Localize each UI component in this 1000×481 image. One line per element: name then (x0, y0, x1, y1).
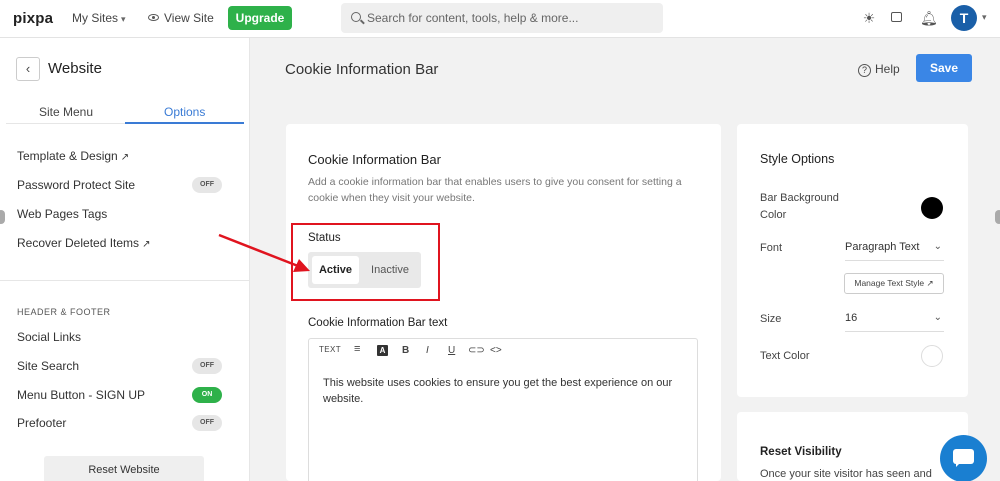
notification-bell-icon[interactable]: 🔔︎ (920, 10, 938, 26)
manage-text-style-button[interactable]: Manage Text Style ↗ (844, 273, 944, 294)
search-placeholder: Search for content, tools, help & more..… (367, 11, 579, 25)
external-link-icon: ↗ (926, 278, 934, 288)
sidebar-item-password-protect[interactable]: Password Protect Site (17, 178, 135, 192)
sidebar-item-web-pages-tags[interactable]: Web Pages Tags (17, 207, 107, 221)
size-select[interactable]: 16 ⌄ (845, 312, 944, 332)
pixpa-logo[interactable]: pixpa (13, 10, 53, 27)
editor-content[interactable]: This website uses cookies to ensure you … (323, 375, 683, 407)
rich-text-editor[interactable]: TEXT ≡ A B I U ⊂⊃ <> This website uses c… (308, 338, 698, 481)
link-icon[interactable]: ⊂⊃ (468, 345, 485, 356)
theme-toggle-icon[interactable]: ☀ (861, 10, 877, 26)
font-label: Font (760, 242, 783, 254)
size-label: Size (760, 313, 782, 325)
text-color-icon[interactable]: A (377, 345, 388, 356)
text-color-swatch[interactable] (921, 345, 943, 367)
tab-site-menu[interactable]: Site Menu (39, 105, 93, 119)
sidebar-item-social-links[interactable]: Social Links (17, 330, 81, 344)
sidebar-item-label: Recover Deleted Items (17, 236, 140, 250)
eye-icon (148, 14, 159, 21)
sidebar-item-recover-deleted[interactable]: Recover Deleted Items ↗ (17, 236, 150, 250)
italic-icon[interactable]: I (426, 345, 429, 356)
prefooter-toggle[interactable]: OFF (192, 415, 222, 431)
chevron-left-icon: ‹ (25, 61, 31, 76)
size-value: 16 (845, 312, 858, 324)
sidebar-item-label: Template & Design (17, 149, 118, 163)
card-title: Cookie Information Bar (308, 152, 441, 167)
panel-expand-handle[interactable] (995, 210, 1000, 224)
sidebar: ‹ Website Site Menu Options Template & D… (0, 38, 250, 481)
support-chat-button[interactable] (940, 435, 987, 481)
align-icon[interactable]: ≡ (354, 343, 360, 355)
bar-text-label: Cookie Information Bar text (308, 317, 448, 329)
active-tab-indicator (125, 122, 244, 124)
status-label: Status (308, 232, 341, 244)
external-link-icon: ↗ (120, 152, 130, 163)
help-link[interactable]: ? Help (858, 62, 900, 77)
comments-icon[interactable] (888, 10, 904, 26)
sidebar-item-label: Site Search (17, 359, 80, 373)
tab-options[interactable]: Options (164, 105, 205, 119)
sidebar-item-site-search[interactable]: Site Search (17, 359, 79, 373)
text-style-dropdown[interactable]: TEXT (319, 345, 341, 354)
sidebar-title: Website (48, 60, 102, 77)
status-active-option[interactable]: Active (312, 256, 359, 284)
bar-background-color-swatch[interactable] (921, 197, 943, 219)
avatar-chevron-icon[interactable]: ▾ (982, 12, 987, 23)
view-site-link[interactable]: View Site (148, 11, 214, 25)
reset-website-button[interactable]: Reset Website (44, 456, 204, 481)
menu-button-toggle[interactable]: ON (192, 387, 222, 403)
chat-icon-tail (956, 462, 961, 467)
sidebar-item-label: Social Links (17, 330, 82, 344)
manage-text-style-label: Manage Text Style (854, 278, 925, 288)
sidebar-item-label: Menu Button - SIGN UP (17, 388, 146, 402)
help-icon: ? (858, 64, 871, 77)
sidebar-item-label: Web Pages Tags (17, 207, 108, 221)
sidebar-item-menu-button[interactable]: Menu Button - SIGN UP (17, 388, 145, 402)
sidebar-item-template-design[interactable]: Template & Design ↗ (17, 149, 129, 163)
help-label: Help (875, 62, 900, 76)
chevron-down-icon: ⌄ (933, 312, 942, 323)
external-link-icon: ↗ (142, 239, 151, 250)
page-title: Cookie Information Bar (285, 61, 439, 78)
status-segmented-control: Active Inactive (308, 252, 421, 288)
search-icon (351, 12, 361, 22)
sidebar-item-label: Prefooter (17, 416, 67, 430)
my-sites-menu[interactable]: My Sites ▾ (72, 11, 126, 25)
site-search-toggle[interactable]: OFF (192, 358, 222, 374)
sidebar-item-prefooter[interactable]: Prefooter (17, 416, 66, 430)
sidebar-divider (0, 280, 249, 281)
sidebar-item-label: Password Protect Site (17, 178, 136, 192)
save-button[interactable]: Save (916, 54, 972, 82)
reset-visibility-card: Reset Visibility Once your site visitor … (737, 412, 968, 481)
reset-visibility-title: Reset Visibility (760, 446, 842, 458)
style-options-title: Style Options (760, 152, 835, 166)
back-button[interactable]: ‹ (16, 57, 40, 81)
chevron-down-icon: ⌄ (933, 241, 942, 252)
cookie-bar-card: Cookie Information Bar Add a cookie info… (286, 124, 721, 481)
card-description: Add a cookie information bar that enable… (308, 176, 682, 204)
view-site-label: View Site (164, 11, 214, 25)
style-options-card: Style Options Bar Background Color Font … (737, 124, 968, 397)
section-header-footer: HEADER & FOOTER (17, 307, 111, 317)
text-color-label: Text Color (760, 350, 810, 362)
search-input[interactable]: Search for content, tools, help & more..… (341, 3, 663, 33)
font-select[interactable]: Paragraph Text ⌄ (845, 241, 944, 261)
font-value: Paragraph Text (845, 241, 920, 253)
status-inactive-option[interactable]: Inactive (365, 256, 415, 284)
user-avatar[interactable]: T (951, 5, 977, 31)
underline-icon[interactable]: U (448, 345, 455, 356)
bar-background-label: Bar Background Color (760, 192, 839, 221)
top-bar: pixpa My Sites ▾ View Site Upgrade Search… (0, 0, 1000, 38)
code-icon[interactable]: <> (490, 345, 502, 356)
my-sites-label: My Sites (72, 11, 119, 25)
sidebar-collapse-handle[interactable] (0, 210, 5, 224)
upgrade-button[interactable]: Upgrade (228, 6, 292, 30)
bold-icon[interactable]: B (402, 345, 409, 356)
reset-visibility-description: Once your site visitor has seen and (760, 468, 932, 480)
chevron-down-icon: ▾ (121, 14, 126, 24)
password-protect-toggle[interactable]: OFF (192, 177, 222, 193)
